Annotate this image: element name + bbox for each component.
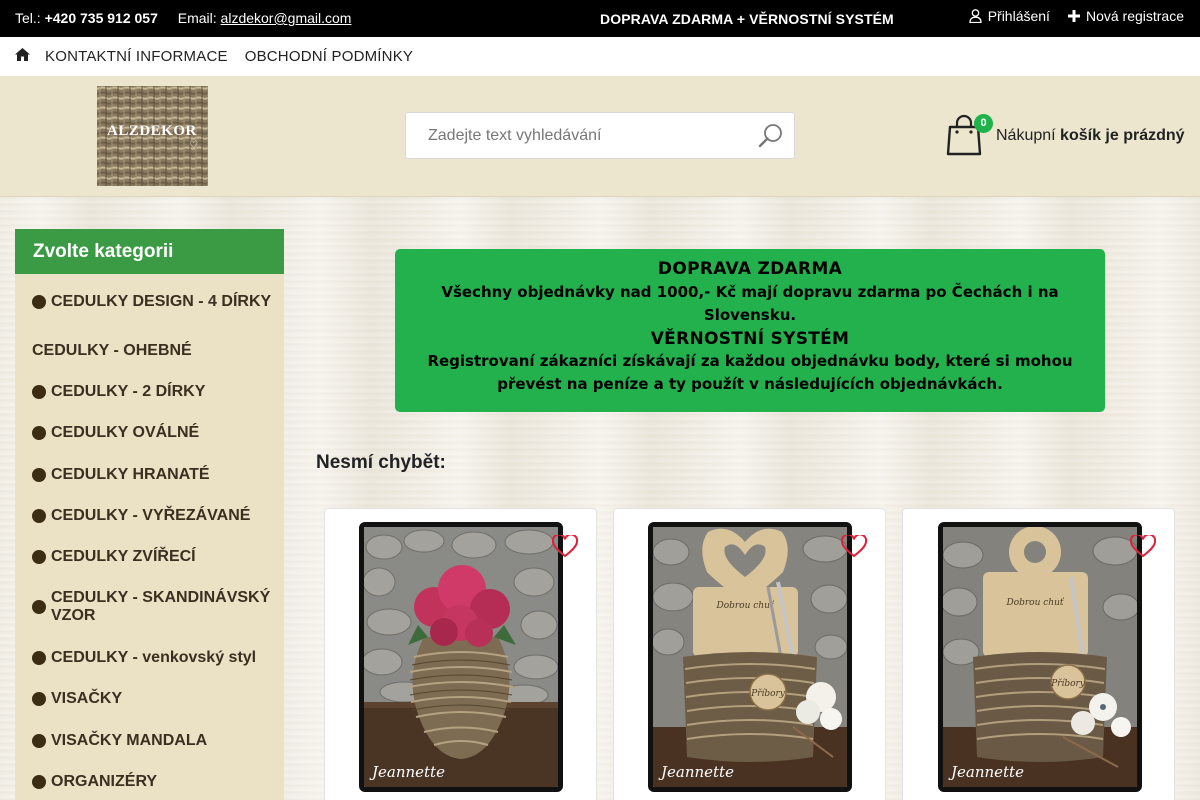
category-list: CEDULKY DESIGN - 4 DÍRKY CEDULKY - OHEBNÉ… [15,274,284,800]
board-text: Dobrou chuť [715,600,774,611]
bullet-icon [32,384,46,399]
tag-text: Příbory [1050,678,1086,689]
heart-icon [840,533,868,558]
bullet-icon [32,733,46,748]
category-item[interactable]: CEDULKY - 2 DÍRKY [15,371,284,412]
email-label: Email: [177,10,217,26]
home-link[interactable] [15,48,30,65]
category-item[interactable]: CEDULKY - SKANDINÁVSKÝ VZOR [15,577,284,637]
product-card[interactable]: Dobrou chuť Příbory Jeannette [613,508,886,800]
category-item[interactable]: VISAČKY MANDALA [15,720,284,761]
bullet-icon [32,692,46,706]
product-image-basket-round: Dobrou chuť Příbory Jeannette [943,527,1137,787]
category-label: CEDULKY - venkovský styl [51,648,257,666]
promo-text: DOPRAVA ZDARMA + VĚRNOSTNÍ SYSTÉM [600,11,894,27]
cart-label: Nákupní [996,127,1056,144]
category-item[interactable]: CEDULKY HRANATÉ [15,454,284,495]
search-icon [758,124,782,148]
category-label: CEDULKY HRANATÉ [51,465,210,483]
signature-text: Jeannette [658,763,734,781]
signature-text: Jeannette [369,763,445,781]
main-nav: KONTAKTNÍ INFORMACE OBCHODNÍ PODMÍNKY [0,37,1200,76]
bullet-icon [32,295,46,309]
bullet-icon [32,650,46,665]
category-label: CEDULKY OVÁLNÉ [51,424,200,441]
heart-icon: ♡ [189,140,198,151]
wishlist-button[interactable] [840,533,868,563]
banner-title-loyalty: VĚRNOSTNÍ SYSTÉM [650,329,850,349]
contact-info: Tel.: +420 735 912 057 Email: alzdekor@g… [15,10,351,26]
category-item[interactable]: ORGANIZÉRY [15,761,284,800]
category-item[interactable]: CEDULKY - VYŘEZÁVANÉ [15,495,284,536]
signature-text: Jeannette [948,763,1024,781]
bullet-icon [32,549,46,564]
nav-links: KONTAKTNÍ INFORMACE OBCHODNÍ PODMÍNKY [45,48,413,65]
category-item[interactable]: CEDULKY OVÁLNÉ [15,412,284,454]
product-card[interactable]: Dobrou chuť Příbory Jeannette [902,508,1175,800]
phone-number: +420 735 912 057 [44,10,158,26]
tag-text: Příbory [750,688,786,699]
login-link[interactable]: Přihlášení [969,8,1050,24]
heart-icon [551,533,579,558]
wishlist-button[interactable] [1129,533,1157,563]
board-text: Dobrou chuť [1005,597,1064,608]
category-label: VISAČKY MANDALA [51,731,208,749]
register-link[interactable]: Nová registrace [1067,8,1184,24]
category-label: CEDULKY - SKANDINÁVSKÝ VZOR [51,589,271,624]
cart-status: košík je prázdný [1060,127,1185,144]
product-image-basket-heart: Dobrou chuť Příbory Jeannette [653,527,847,787]
category-item[interactable]: CEDULKY - venkovský styl [15,637,284,678]
phone-label: Tel.: [15,10,41,26]
nav-contact[interactable]: KONTAKTNÍ INFORMACE [45,48,228,65]
category-item[interactable]: CEDULKY - OHEBNÉ [15,330,284,371]
account-links: Přihlášení Nová registrace [969,8,1184,24]
cart-text: Nákupní košík je prázdný [996,127,1185,145]
category-sidebar: Zvolte kategorii CEDULKY DESIGN - 4 DÍRK… [15,229,284,800]
plus-icon [1067,10,1080,22]
heart-icon [1129,533,1157,558]
site-header: ALZDEKOR ♡ 0 Nákupní košík je prázdný [0,76,1200,197]
user-icon [969,9,982,23]
login-label: Přihlášení [987,8,1050,24]
category-label: CEDULKY ZVÍŘECÍ [51,547,196,565]
search-input[interactable] [406,113,746,158]
bullet-icon [32,774,46,789]
category-label: VISAČKY [51,690,123,707]
logo-text: ALZDEKOR [107,123,197,139]
product-card[interactable]: Jeannette [324,508,597,800]
category-item[interactable]: VISAČKY [15,678,284,720]
nav-terms[interactable]: OBCHODNÍ PODMÍNKY [245,48,413,65]
cart[interactable]: 0 Nákupní košík je prázdný [946,112,1186,160]
logo[interactable]: ALZDEKOR ♡ [97,86,208,186]
category-label: CEDULKY DESIGN - 4 DÍRKY [51,293,272,310]
search-button[interactable] [758,123,784,149]
bullet-icon [32,600,46,614]
category-label: ORGANIZÉRY [51,772,158,790]
sidebar-title: Zvolte kategorii [15,229,284,274]
register-label: Nová registrace [1085,8,1184,24]
search-box [405,112,795,159]
home-icon [15,48,30,61]
category-item[interactable]: CEDULKY ZVÍŘECÍ [15,536,284,577]
category-label: CEDULKY - VYŘEZÁVANÉ [51,506,251,524]
promo-banner: DOPRAVA ZDARMA Všechny objednávky nad 10… [395,249,1105,412]
product-photo[interactable]: Dobrou chuť Příbory Jeannette [648,522,852,792]
banner-text-loyalty: Registrovaní zákazníci získávají za každ… [427,352,1073,393]
bullet-icon [32,508,46,523]
category-item[interactable]: CEDULKY DESIGN - 4 DÍRKY [15,274,284,330]
banner-text-shipping: Všechny objednávky nad 1000,- Kč mají do… [441,283,1059,324]
banner-title-shipping: DOPRAVA ZDARMA [657,259,843,279]
section-title: Nesmí chybět: [316,452,446,473]
category-label: CEDULKY - 2 DÍRKY [51,382,206,400]
product-photo[interactable]: Jeannette [359,522,563,792]
top-bar: Tel.: +420 735 912 057 Email: alzdekor@g… [0,0,1200,37]
email-link[interactable]: alzdekor@gmail.com [221,10,352,26]
category-label: CEDULKY - OHEBNÉ [32,341,192,359]
bullet-icon [32,467,46,482]
wishlist-button[interactable] [551,533,579,563]
cart-count-badge: 0 [974,114,993,133]
product-photo[interactable]: Dobrou chuť Příbory Jeannette [938,522,1142,792]
product-image-vase: Jeannette [364,527,558,787]
bullet-icon [32,426,46,440]
